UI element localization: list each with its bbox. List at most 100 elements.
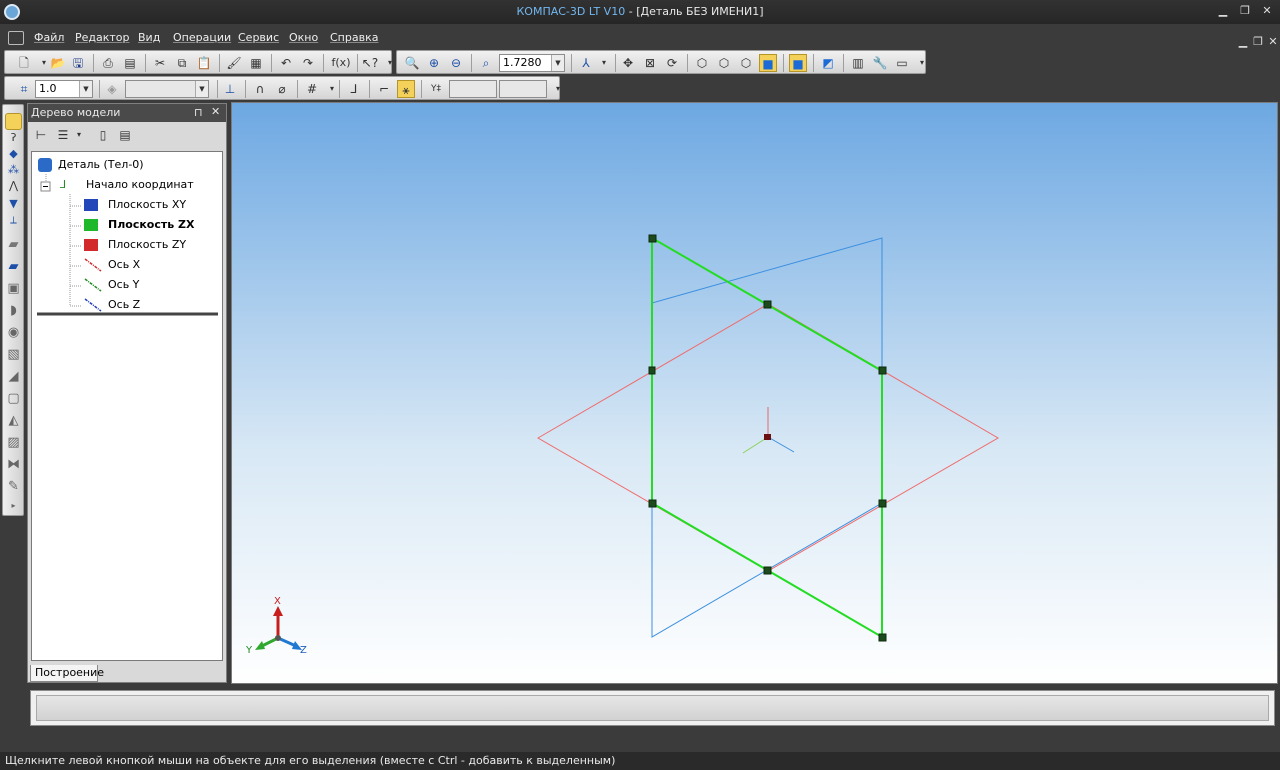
- tree-properties-icon[interactable]: ▥: [849, 54, 867, 72]
- orientation-dropdown-icon[interactable]: ▾: [595, 54, 613, 72]
- menu-service[interactable]: Сервис: [238, 31, 279, 44]
- state-toolbar-overflow-icon[interactable]: ▾: [549, 80, 567, 98]
- fillet-icon[interactable]: ◢: [5, 369, 22, 386]
- extrude-active-icon[interactable]: ▰: [5, 259, 22, 276]
- view-toolbar-overflow-icon[interactable]: ▾: [913, 54, 931, 72]
- step-icon[interactable]: ⌐: [375, 80, 393, 98]
- zoom-fit-icon[interactable]: ⊠: [641, 54, 659, 72]
- chevron-down-icon[interactable]: ▼: [551, 55, 564, 71]
- document-menu-icon[interactable]: [8, 31, 24, 45]
- menu-file[interactable]: Файл: [34, 31, 64, 44]
- ortho-icon[interactable]: ⅃: [345, 80, 363, 98]
- orientation-icon[interactable]: ⅄: [577, 54, 595, 72]
- edit-part-icon[interactable]: ✎: [5, 479, 22, 496]
- filter-icon[interactable]: ▼: [5, 197, 22, 214]
- print-preview-icon[interactable]: ⎙: [99, 54, 117, 72]
- tree-item-plane-zx[interactable]: Плоскость ZX: [84, 218, 195, 231]
- new-document-icon[interactable]: 🗋: [15, 54, 33, 72]
- aux-geometry-icon[interactable]: ⋀: [5, 179, 22, 196]
- tools-icon[interactable]: 🔧: [871, 54, 889, 72]
- menu-edit[interactable]: Редактор: [75, 31, 130, 44]
- pin-icon[interactable]: ⊓: [194, 106, 203, 119]
- properties-brush-icon[interactable]: 🖌: [225, 54, 243, 72]
- hidden-lines-icon[interactable]: ⬡: [715, 54, 733, 72]
- extrude-icon[interactable]: ▰: [5, 237, 22, 254]
- mirror-icon[interactable]: ⧓: [5, 457, 22, 474]
- shell-icon[interactable]: ▢: [5, 391, 22, 408]
- tree-refresh-icon[interactable]: ▤: [116, 126, 134, 144]
- coord-y-field[interactable]: [499, 80, 547, 98]
- help-pointer-icon[interactable]: ↖?: [361, 54, 379, 72]
- cut-icon[interactable]: ✂: [151, 54, 169, 72]
- tree-item-axis-z[interactable]: Ось Z: [84, 298, 140, 312]
- fx-button[interactable]: f(x): [329, 54, 353, 72]
- zoom-window-icon[interactable]: 🔍: [403, 54, 421, 72]
- local-cs-icon[interactable]: ⊥: [221, 80, 239, 98]
- rib-icon[interactable]: ▧: [5, 347, 22, 364]
- panel-close-icon[interactable]: ✕: [211, 105, 220, 118]
- shaded-edges-icon[interactable]: ■: [789, 54, 807, 72]
- layer-select[interactable]: ▼: [125, 80, 209, 98]
- copy-icon[interactable]: ⧉: [173, 54, 191, 72]
- chevron-down-icon[interactable]: ▼: [79, 81, 92, 97]
- property-bar-panel[interactable]: [36, 695, 1269, 721]
- doc-close-icon[interactable]: ✕: [1264, 34, 1280, 50]
- tree-item-plane-zy[interactable]: Плоскость ZY: [84, 238, 186, 251]
- chevron-down-icon[interactable]: ▼: [195, 81, 208, 97]
- print-icon[interactable]: ▤: [121, 54, 139, 72]
- tree-item-origin[interactable]: ⅃ Начало координат: [60, 178, 194, 192]
- compact-expand-icon[interactable]: ▸: [5, 501, 22, 518]
- spatial-curves-icon[interactable]: ʔ: [5, 131, 22, 148]
- pan-icon[interactable]: ✥: [619, 54, 637, 72]
- coord-x-field[interactable]: [449, 80, 497, 98]
- tree-item-plane-xy[interactable]: Плоскость XY: [84, 198, 186, 211]
- arrays-icon[interactable]: ⁂: [5, 163, 22, 180]
- surfaces-icon[interactable]: ◆: [5, 147, 22, 164]
- zoom-scale-select[interactable]: 1.7280 ▼: [499, 54, 565, 72]
- revolve-icon[interactable]: ◗: [5, 303, 22, 320]
- tree-item-axis-x[interactable]: Ось X: [84, 258, 140, 272]
- wireframe-icon[interactable]: ⬡: [693, 54, 711, 72]
- variables-icon[interactable]: ▦: [247, 54, 265, 72]
- tree-item-axis-y[interactable]: Ось Y: [84, 278, 139, 292]
- snap-magnet-icon[interactable]: ∩: [251, 80, 269, 98]
- menu-view[interactable]: Вид: [138, 31, 160, 44]
- shaded-icon[interactable]: ■: [759, 54, 777, 72]
- menu-window[interactable]: Окно: [289, 31, 318, 44]
- redo-icon[interactable]: ↷: [299, 54, 317, 72]
- rotate-icon[interactable]: ⟳: [663, 54, 681, 72]
- origin-marker[interactable]: [742, 407, 795, 454]
- perspective-icon[interactable]: ◩: [819, 54, 837, 72]
- minimize-icon[interactable]: ▁: [1214, 3, 1232, 19]
- edit-details-icon[interactable]: [5, 113, 22, 130]
- cut-extrude-icon[interactable]: ▣: [5, 281, 22, 298]
- tab-construction[interactable]: Построение: [30, 665, 104, 682]
- hole-icon[interactable]: ◉: [5, 325, 22, 342]
- undo-icon[interactable]: ↶: [277, 54, 295, 72]
- hidden-thin-icon[interactable]: ⬡: [737, 54, 755, 72]
- open-icon[interactable]: 📂: [49, 54, 67, 72]
- model-viewport[interactable]: X Y Z: [231, 102, 1278, 684]
- chamfer-icon[interactable]: ◭: [5, 413, 22, 430]
- layer-icon[interactable]: ◈: [103, 80, 121, 98]
- zoom-in-icon[interactable]: ⊕: [425, 54, 443, 72]
- restore-icon[interactable]: ❐: [1236, 3, 1254, 19]
- close-icon[interactable]: ✕: [1258, 3, 1276, 19]
- menu-operations[interactable]: Операции: [173, 31, 231, 44]
- step-select[interactable]: 1.0 ▼: [35, 80, 93, 98]
- display-icon[interactable]: ▭: [893, 54, 911, 72]
- measure-icon[interactable]: ⟂: [5, 215, 22, 232]
- tree-build-order-icon[interactable]: ⊢: [32, 126, 50, 144]
- menu-help[interactable]: Справка: [330, 31, 378, 44]
- snap-local-icon[interactable]: ⌀: [273, 80, 291, 98]
- tree-view-dropdown-icon[interactable]: ▾: [70, 126, 88, 144]
- tree-root[interactable]: Деталь (Тел-0): [38, 158, 144, 172]
- grid-icon[interactable]: #: [303, 80, 321, 98]
- paste-icon[interactable]: 📋: [195, 54, 213, 72]
- save-icon[interactable]: 🖫: [69, 54, 87, 72]
- zoom-all-icon[interactable]: ⌕: [477, 54, 495, 72]
- coordinates-icon[interactable]: Y‡: [427, 80, 445, 98]
- snap-grid-icon[interactable]: ⌗: [15, 80, 33, 98]
- zoom-out-icon[interactable]: ⊖: [447, 54, 465, 72]
- round-snap-icon[interactable]: ⚹: [397, 80, 415, 98]
